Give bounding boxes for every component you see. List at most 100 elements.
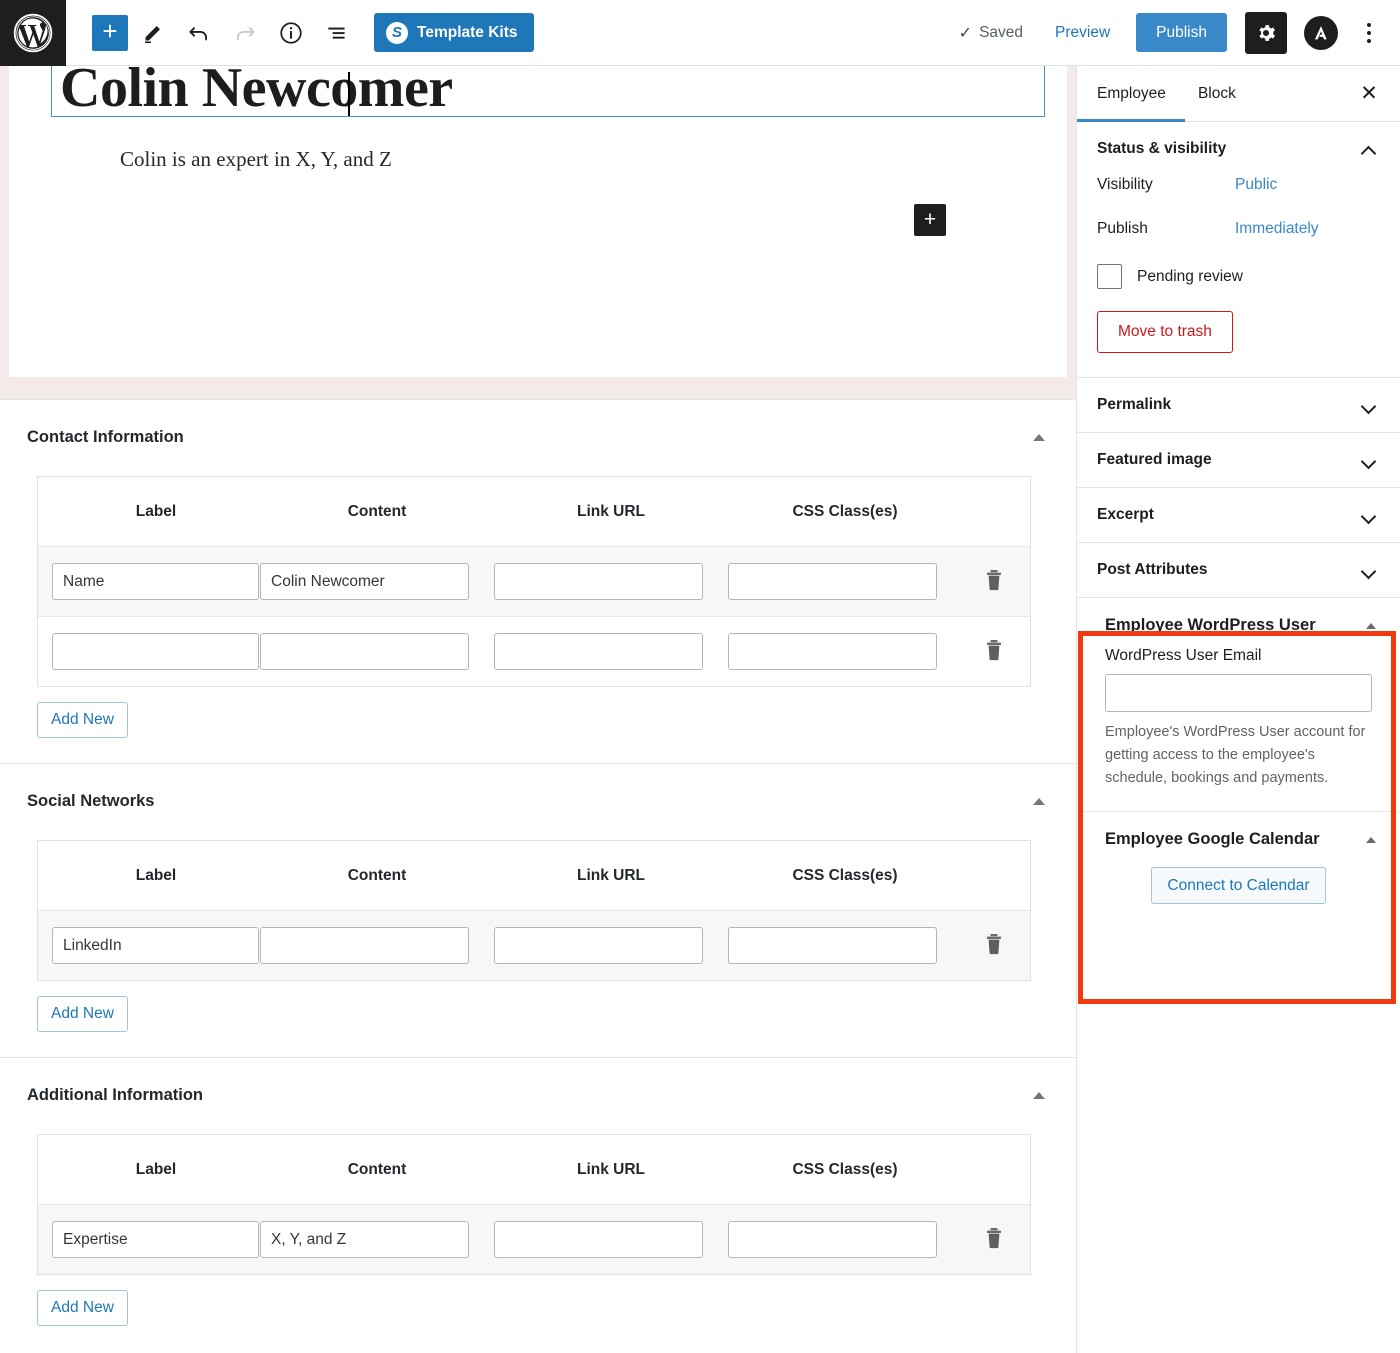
- trash-icon[interactable]: [984, 569, 1004, 594]
- kebab-menu-icon[interactable]: [1352, 13, 1386, 53]
- panel-header[interactable]: Permalink: [1077, 378, 1400, 432]
- table-row: [38, 616, 1030, 686]
- metabox-title: Additional Information: [27, 1086, 203, 1104]
- add-block-button[interactable]: +: [92, 14, 128, 51]
- visibility-row: Visibility Public: [1097, 176, 1380, 194]
- add-block-label: +: [102, 16, 118, 46]
- repeater-label-input[interactable]: [52, 633, 259, 670]
- repeater-content-input[interactable]: [260, 927, 469, 964]
- metabox-header[interactable]: Additional Information: [0, 1058, 1076, 1117]
- panel-employee-google-calendar: Employee Google Calendar Connect to Cale…: [1077, 812, 1400, 922]
- publish-button[interactable]: Publish: [1136, 13, 1227, 52]
- close-icon[interactable]: ✕: [1346, 71, 1392, 117]
- panel-title: Excerpt: [1097, 506, 1154, 523]
- redo-icon: [224, 12, 266, 54]
- repeater-content-input[interactable]: [260, 563, 469, 600]
- check-icon: ✓: [958, 24, 973, 42]
- metabox-header[interactable]: Contact Information: [0, 400, 1076, 459]
- publish-value-button[interactable]: Immediately: [1235, 220, 1319, 238]
- repeater-link-url-input[interactable]: [494, 1221, 703, 1258]
- column-header: Link URL: [576, 502, 646, 520]
- table-cell: [260, 927, 494, 964]
- astra-logo-icon[interactable]: [1304, 15, 1338, 50]
- chevron-down-icon[interactable]: [1363, 399, 1376, 412]
- template-kits-button[interactable]: S Template Kits: [374, 13, 534, 52]
- trash-icon[interactable]: [984, 933, 1004, 958]
- chevron-down-icon[interactable]: [1363, 564, 1376, 577]
- tab-block[interactable]: Block: [1182, 66, 1252, 122]
- connect-calendar-wrapper: Connect to Calendar: [1077, 861, 1400, 922]
- panel-title: Featured image: [1097, 451, 1212, 468]
- repeater-css-class-input[interactable]: [728, 1221, 937, 1258]
- pending-review-checkbox[interactable]: [1097, 264, 1122, 289]
- wordpress-user-email-input[interactable]: [1105, 674, 1372, 712]
- repeater-content-input[interactable]: [260, 633, 469, 670]
- metabox-header[interactable]: Social Networks: [0, 764, 1076, 823]
- repeater-link-url-input[interactable]: [494, 633, 703, 670]
- table-cell: [728, 927, 962, 964]
- panel-header[interactable]: Post Attributes: [1077, 543, 1400, 597]
- panel-title: Permalink: [1097, 396, 1172, 413]
- add-new-button[interactable]: Add New: [37, 1290, 128, 1326]
- add-new-button[interactable]: Add New: [37, 702, 128, 738]
- repeater-link-url-input[interactable]: [494, 927, 703, 964]
- list-view-icon[interactable]: [316, 12, 358, 54]
- wordpress-logo-icon[interactable]: [0, 0, 66, 66]
- repeater-css-class-input[interactable]: [728, 927, 937, 964]
- triangle-up-icon[interactable]: [1033, 798, 1045, 805]
- undo-icon[interactable]: [178, 12, 220, 54]
- kebab-dot: [1367, 22, 1371, 27]
- trash-icon[interactable]: [984, 1227, 1004, 1252]
- chevron-down-icon[interactable]: [1363, 454, 1376, 467]
- chevron-up-icon[interactable]: [1363, 143, 1376, 156]
- preview-button[interactable]: Preview: [1039, 16, 1126, 50]
- panel-status-visibility-body: Visibility Public Publish Immediately Pe…: [1077, 176, 1400, 377]
- tools-pencil-icon[interactable]: [132, 12, 174, 54]
- paragraph-block[interactable]: Colin is an expert in X, Y, and Z: [120, 147, 1067, 172]
- repeater-css-class-input[interactable]: [728, 633, 937, 670]
- table-cell: [52, 1221, 260, 1258]
- triangle-up-icon[interactable]: [1366, 622, 1376, 629]
- panel-employee-wordpress-user-header[interactable]: Employee WordPress User: [1077, 598, 1400, 647]
- metabox: Social Networks Label Content Link URL CSS C…: [0, 763, 1076, 1057]
- panel-status-visibility: Status & visibility Visibility Public Pu…: [1077, 122, 1400, 378]
- post-title-input[interactable]: Colin Newcomer: [51, 66, 1045, 117]
- active-tab-underline: [1077, 119, 1185, 122]
- table-row: [38, 1204, 1030, 1274]
- move-to-trash-button[interactable]: Move to trash: [1097, 311, 1233, 353]
- panel-status-visibility-header[interactable]: Status & visibility: [1077, 122, 1400, 176]
- triangle-up-icon[interactable]: [1033, 434, 1045, 441]
- repeater-css-class-input[interactable]: [728, 563, 937, 600]
- add-new-button[interactable]: Add New: [37, 996, 128, 1032]
- panel-header[interactable]: Excerpt: [1077, 488, 1400, 542]
- saved-status: ✓ Saved: [947, 23, 1035, 43]
- metabox-body: Label Content Link URL CSS Class(es) Add New: [0, 823, 1076, 1057]
- gear-icon[interactable]: [1245, 11, 1287, 54]
- column-header: Content: [347, 866, 407, 884]
- panel-title: Post Attributes: [1097, 561, 1208, 578]
- repeater-label-input[interactable]: [52, 927, 259, 964]
- block-appender-button[interactable]: +: [914, 204, 946, 236]
- panel-title: Status & visibility: [1097, 140, 1227, 157]
- kebab-dot: [1367, 38, 1371, 43]
- chevron-down-icon[interactable]: [1363, 509, 1376, 522]
- repeater-link-url-input[interactable]: [494, 563, 703, 600]
- panel-employee-google-calendar-header[interactable]: Employee Google Calendar: [1077, 812, 1400, 861]
- triangle-up-icon[interactable]: [1366, 836, 1376, 843]
- table-cell: [52, 563, 260, 600]
- triangle-up-icon[interactable]: [1033, 1092, 1045, 1099]
- repeater-label-input[interactable]: [52, 563, 259, 600]
- panel-header[interactable]: Featured image: [1077, 433, 1400, 487]
- tab-employee[interactable]: Employee: [1077, 66, 1182, 122]
- connect-to-calendar-button[interactable]: Connect to Calendar: [1151, 867, 1326, 905]
- repeater-label-input[interactable]: [52, 1221, 259, 1258]
- panel-permalink: Permalink: [1077, 378, 1400, 433]
- repeater-table: Label Content Link URL CSS Class(es): [37, 476, 1031, 687]
- visibility-value-button[interactable]: Public: [1235, 176, 1277, 194]
- trash-icon[interactable]: [984, 639, 1004, 664]
- repeater-content-input[interactable]: [260, 1221, 469, 1258]
- info-icon[interactable]: [270, 12, 312, 54]
- table-cell: [728, 1221, 962, 1258]
- wordpress-user-email-label: WordPress User Email: [1105, 647, 1262, 664]
- panel-featured-image: Featured image: [1077, 433, 1400, 488]
